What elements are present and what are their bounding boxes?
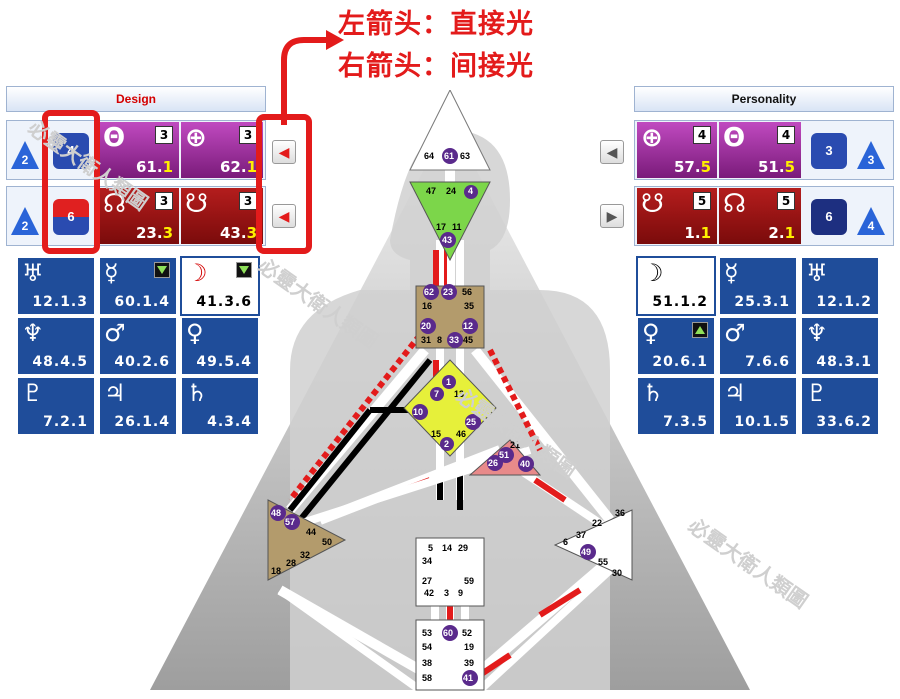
gate-label: 2: [444, 439, 449, 449]
gate-label: 48: [271, 508, 281, 518]
mars-glyph: ♂: [104, 319, 126, 347]
gate-label: 47: [426, 186, 436, 196]
gate-label: 42: [424, 588, 434, 598]
gate-label: 57: [285, 517, 295, 527]
gate-label: 26: [488, 458, 498, 468]
gate-label: 29: [458, 543, 468, 553]
personality-triangle-2-label: 4: [867, 219, 875, 233]
design-triangle-2-label: 2: [21, 219, 29, 233]
design-triangle-1-label: 2: [21, 153, 29, 167]
gate-value: 7.2.1: [43, 414, 88, 430]
gate-label: 36: [615, 508, 625, 518]
gate-value: 12.1.3: [32, 294, 88, 310]
gate-label: 22: [592, 518, 602, 528]
gate-label: 20: [421, 321, 431, 331]
gate-label: 31: [421, 335, 431, 345]
design-pluto-cell: ♇ 7.2.1: [16, 376, 96, 436]
design-neptune-cell: ♆ 48.4.5: [16, 316, 96, 376]
personality-uranus-cell: ♅ 12.1.2: [800, 256, 880, 316]
annotation-line1: 左箭头：直接光: [338, 9, 534, 40]
gate-value: 51.5: [757, 158, 795, 176]
gate-value: 48.4.5: [32, 354, 88, 370]
personality-neptune-cell: ♆ 48.3.1: [800, 316, 880, 376]
gate-label: 1: [446, 377, 451, 387]
gate-label: 44: [306, 527, 316, 537]
personality-octagon-1: 3: [811, 133, 847, 169]
gate-label: 30: [612, 568, 622, 578]
sun-glyph: Θ: [103, 123, 126, 153]
gate-label: 60: [443, 628, 453, 638]
gate-label: 28: [286, 558, 296, 568]
gate-label: 17: [436, 222, 446, 232]
gate-label: 56: [462, 287, 472, 297]
pluto-glyph: ♇: [806, 379, 828, 407]
gate-label: 9: [458, 588, 463, 598]
gate-value: 12.1.2: [816, 294, 872, 310]
gate-label: 19: [464, 642, 474, 652]
gate-label: 52: [462, 628, 472, 638]
gate-label: 12: [463, 321, 473, 331]
gate-label: 33: [449, 335, 459, 345]
gate-label: 46: [456, 429, 466, 439]
gate-label: 40: [520, 459, 530, 469]
mercury-glyph: ☿: [104, 259, 119, 287]
gate-label: 50: [322, 537, 332, 547]
gate-label: 38: [422, 658, 432, 668]
gate-label: 11: [452, 222, 462, 232]
gate-label: 4: [468, 186, 473, 196]
gate-label: 15: [431, 429, 441, 439]
personality-triangle-1-label: 3: [867, 153, 875, 167]
gate-label: 54: [422, 642, 432, 652]
gate-value: 33.6.2: [816, 414, 872, 430]
gate-label: 61: [444, 151, 454, 161]
gate-label: 23: [443, 287, 453, 297]
personality-pluto-cell: ♇ 33.6.2: [800, 376, 880, 436]
gate-label: 27: [422, 576, 432, 586]
jupiter-glyph: ♃: [104, 379, 126, 407]
pluto-glyph: ♇: [22, 379, 44, 407]
gate-label: 37: [576, 530, 586, 540]
neptune-glyph: ♆: [22, 319, 44, 347]
gate-value: 48.3.1: [816, 354, 872, 370]
gate-label: 39: [464, 658, 474, 668]
gate-label: 64: [424, 151, 434, 161]
gate-label: 8: [437, 335, 442, 345]
gate-label: 35: [464, 301, 474, 311]
gate-label: 63: [460, 151, 470, 161]
gate-label: 53: [422, 628, 432, 638]
gate-label: 5: [428, 543, 433, 553]
gate-label: 16: [422, 301, 432, 311]
gate-label: 62: [424, 287, 434, 297]
gate-label: 24: [446, 186, 456, 196]
gate-label: 18: [271, 566, 281, 576]
annotation-line2: 右箭头：间接光: [338, 51, 534, 82]
gate-label: 10: [413, 407, 423, 417]
gate-label: 3: [444, 588, 449, 598]
gate-label: 49: [581, 547, 591, 557]
gate-label: 14: [442, 543, 452, 553]
design-uranus-cell: ♅ 12.1.3: [16, 256, 96, 316]
uranus-glyph: ♅: [806, 259, 828, 287]
gate-label: 45: [463, 335, 473, 345]
bodygraph: 64 61 63 47 24 4 17 1143 62 23 56 16 35 20 12 31 8…: [150, 90, 750, 694]
line-box: 5: [777, 192, 795, 210]
gate-label: 58: [422, 673, 432, 683]
gate-label: 32: [300, 550, 310, 560]
line-box: 4: [777, 126, 795, 144]
gate-label: 34: [422, 556, 432, 566]
uranus-glyph: ♅: [22, 259, 44, 287]
gate-label: 6: [563, 537, 568, 547]
gate-value: 2.1: [768, 224, 795, 242]
personality-octagon-2: 6: [811, 199, 847, 235]
gate-label: 59: [464, 576, 474, 586]
gate-label: 51: [499, 450, 509, 460]
gate-label: 41: [463, 673, 473, 683]
gate-label: 55: [598, 557, 608, 567]
gate-label: 43: [442, 235, 452, 245]
gate-label: 7: [434, 389, 439, 399]
neptune-glyph: ♆: [806, 319, 828, 347]
